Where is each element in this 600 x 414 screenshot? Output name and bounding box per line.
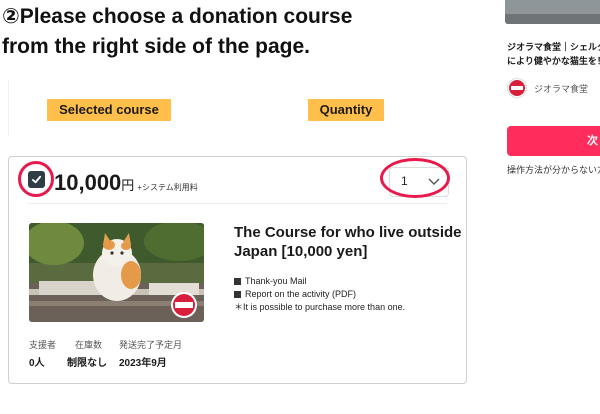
- supporters-label: 支援者: [29, 340, 57, 350]
- purchase-note: ＊It is possible to purchase more than on…: [234, 302, 406, 312]
- ship-value: 2023年9月: [119, 358, 167, 369]
- bullet-square-icon: [234, 291, 241, 298]
- next-button[interactable]: 次: [507, 126, 600, 156]
- stock-value: 制限なし: [67, 358, 107, 369]
- price-currency: 円: [121, 178, 135, 193]
- highlight-circle-quantity: [380, 158, 450, 198]
- divider: [8, 80, 9, 136]
- owner-name[interactable]: ジオラマ食堂: [534, 82, 588, 95]
- benefit-text: Report on the activity (PDF): [245, 289, 357, 299]
- instruction-heading-line1: ②Please choose a donation course: [2, 5, 353, 28]
- project-title[interactable]: ジオラマ食堂｜シェルタ により健やかな猫生を！: [507, 40, 600, 68]
- project-title-line2: により健やかな猫生を！: [507, 56, 600, 66]
- fee-note: +システム利用料: [137, 183, 198, 192]
- course-benefits: Thank-you Mail Report on the activity (P…: [234, 275, 405, 314]
- card-divider: [27, 203, 447, 204]
- benefit-item: Report on the activity (PDF): [234, 288, 405, 301]
- quantity-tag: Quantity: [308, 99, 384, 121]
- owner-avatar[interactable]: [507, 78, 527, 98]
- bullet-square-icon: [234, 278, 241, 285]
- ship-label: 発送完了予定月: [119, 340, 183, 350]
- highlight-circle-checkbox: [18, 161, 54, 197]
- instruction-heading-line2: from the right side of the page.: [2, 35, 311, 58]
- project-thumbnail[interactable]: [505, 0, 600, 24]
- supporters-value: 0人: [29, 358, 45, 369]
- course-card[interactable]: 10,000円 +システム利用料 1 The Course for who li…: [8, 156, 467, 384]
- stock-label: 在庫数: [75, 340, 103, 350]
- benefit-item: Thank-you Mail: [234, 275, 405, 288]
- course-title: The Course for who live outside Japan [1…: [234, 224, 462, 260]
- supporters-stat: 支援者 0人: [29, 338, 56, 369]
- ship-stat: 発送完了予定月 2023年9月: [119, 338, 182, 369]
- benefit-text: Thank-you Mail: [245, 276, 307, 286]
- instruction-heading: ②Please choose a donation course from th…: [2, 2, 382, 62]
- course-image: [29, 223, 204, 322]
- selected-course-tag: Selected course: [47, 99, 171, 121]
- project-title-line1: ジオラマ食堂｜シェルタ: [507, 42, 600, 52]
- course-price: 10,000円 +システム利用料: [54, 170, 198, 196]
- price-amount: 10,000: [54, 170, 122, 195]
- help-link[interactable]: 操作方法が分からない方: [507, 163, 600, 176]
- stock-stat: 在庫数 制限なし: [67, 338, 107, 369]
